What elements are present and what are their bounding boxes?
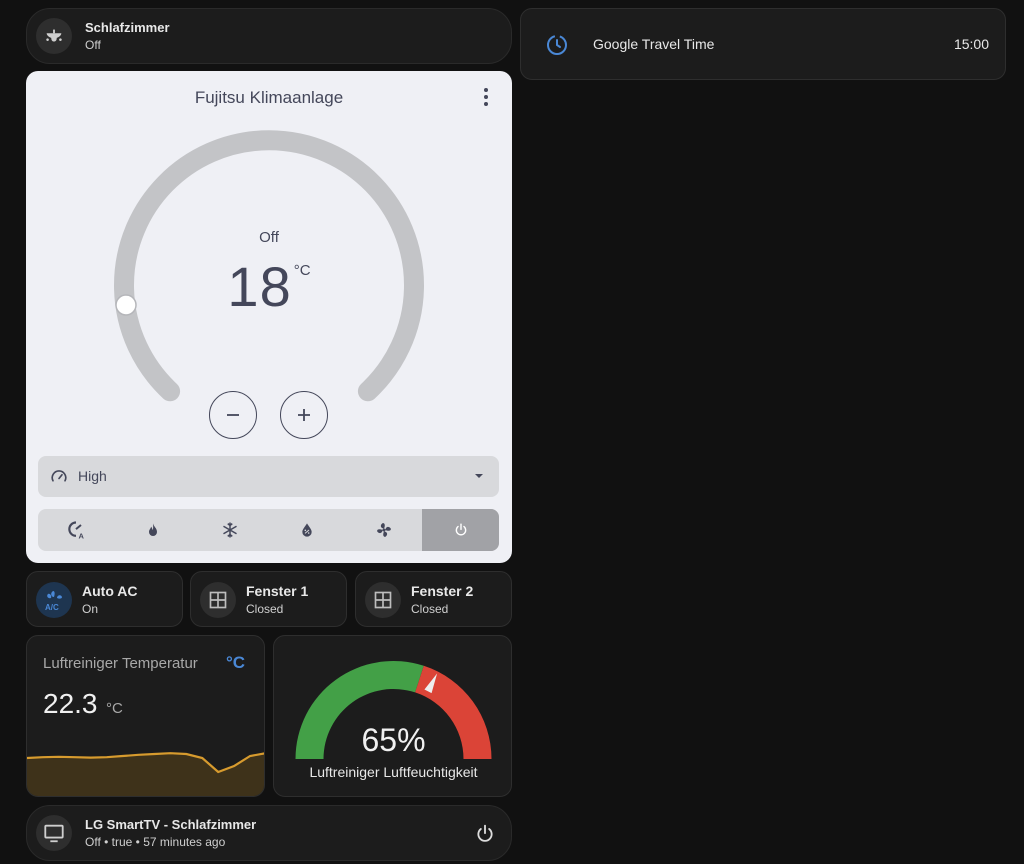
- bedroom-light-card[interactable]: Schlafzimmer Off: [26, 8, 512, 64]
- target-temperature: 18: [227, 255, 292, 318]
- travel-time-card[interactable]: Google Travel Time 15:00: [520, 8, 1006, 80]
- minus-icon: [227, 414, 239, 416]
- temperature-unit: °C: [293, 262, 311, 279]
- fire-icon: [149, 523, 158, 536]
- mode-cool-button[interactable]: [192, 509, 269, 551]
- sensor-title: Luftreiniger Temperatur: [43, 655, 198, 672]
- mode-fan-only-button[interactable]: [345, 509, 422, 551]
- more-options-button[interactable]: [476, 85, 496, 109]
- thermostat-auto-icon: A: [68, 521, 85, 540]
- bedroom-state: Off: [85, 38, 101, 52]
- mode-dry-button[interactable]: [268, 509, 345, 551]
- sensor-unit: °C: [105, 700, 123, 717]
- fan-icon: [376, 523, 391, 537]
- hvac-mode-bar: A: [38, 509, 499, 551]
- bedroom-title: Schlafzimmer: [85, 20, 170, 35]
- tv-icon-circle[interactable]: [36, 815, 72, 851]
- svg-text:A: A: [79, 531, 85, 540]
- snowflake-icon: [223, 522, 237, 538]
- more-vert-icon: [484, 95, 488, 99]
- fenster-1-icon-circle[interactable]: [200, 582, 236, 618]
- water-percent-icon: [302, 523, 312, 537]
- thermostat-card: Fujitsu Klimaanlage Off 18 °C High A: [26, 71, 512, 563]
- fan-mode-select[interactable]: High: [38, 456, 499, 497]
- plus-icon: [298, 409, 310, 421]
- decrease-temperature-button[interactable]: [209, 391, 257, 439]
- television-icon: [44, 824, 64, 843]
- auto-ac-state: On: [82, 602, 99, 616]
- fenster-1-state: Closed: [246, 602, 284, 616]
- gauge-label: Luftreiniger Luftfeuchtigkeit: [309, 764, 478, 780]
- bedroom-light-icon-circle[interactable]: [36, 18, 72, 54]
- mode-heat-cool-button[interactable]: A: [38, 509, 115, 551]
- sensor-history-graph: [27, 752, 264, 796]
- chevron-down-icon: [475, 474, 483, 478]
- air-conditioner-icon: A/C: [45, 591, 62, 612]
- gauge-value: 65%: [361, 722, 426, 758]
- mode-off-button[interactable]: [422, 509, 499, 551]
- tile-fenster-2[interactable]: Fenster 2 Closed: [355, 571, 512, 627]
- fenster-2-state: Closed: [411, 602, 449, 616]
- power-icon: [455, 523, 466, 536]
- window-icon: [209, 591, 227, 609]
- clock-icon: [547, 35, 567, 55]
- fan-mode-value: High: [78, 468, 107, 484]
- mode-heat-button[interactable]: [115, 509, 192, 551]
- travel-title: Google Travel Time: [593, 36, 715, 52]
- fenster-2-icon-circle[interactable]: [365, 582, 401, 618]
- sensor-card[interactable]: Luftreiniger Temperatur °C 22.3 °C: [26, 635, 265, 797]
- tv-card[interactable]: LG SmartTV - Schlafzimmer Off • true • 5…: [26, 805, 512, 861]
- fenster-2-title: Fenster 2: [411, 583, 474, 599]
- tv-state: Off • true • 57 minutes ago: [85, 835, 226, 849]
- tv-title: LG SmartTV - Schlafzimmer: [85, 817, 257, 832]
- thermostat-title: Fujitsu Klimaanlage: [194, 88, 344, 107]
- auto-ac-icon-circle[interactable]: A/C: [36, 582, 72, 618]
- svg-text:A/C: A/C: [45, 603, 59, 612]
- auto-ac-title: Auto AC: [82, 583, 138, 599]
- ceiling-light-icon: [46, 29, 62, 42]
- speedometer-icon: [51, 470, 67, 482]
- sensor-history-fill: [27, 753, 264, 796]
- power-icon: [477, 824, 493, 842]
- window-icon: [374, 591, 392, 609]
- increase-temperature-button[interactable]: [280, 391, 328, 439]
- sensor-value: 22.3: [43, 688, 98, 719]
- tile-auto-ac[interactable]: A/C Auto AC On: [26, 571, 183, 627]
- tile-fenster-1[interactable]: Fenster 1 Closed: [190, 571, 347, 627]
- tv-power-button[interactable]: [471, 820, 499, 848]
- fenster-1-title: Fenster 1: [246, 583, 309, 599]
- humidity-gauge-card[interactable]: 65% Luftreiniger Luftfeuchtigkeit: [273, 635, 512, 797]
- temperature-unit-icon: °C: [226, 653, 246, 672]
- thermostat-state: Off: [259, 229, 279, 246]
- travel-value: 15:00: [953, 36, 989, 52]
